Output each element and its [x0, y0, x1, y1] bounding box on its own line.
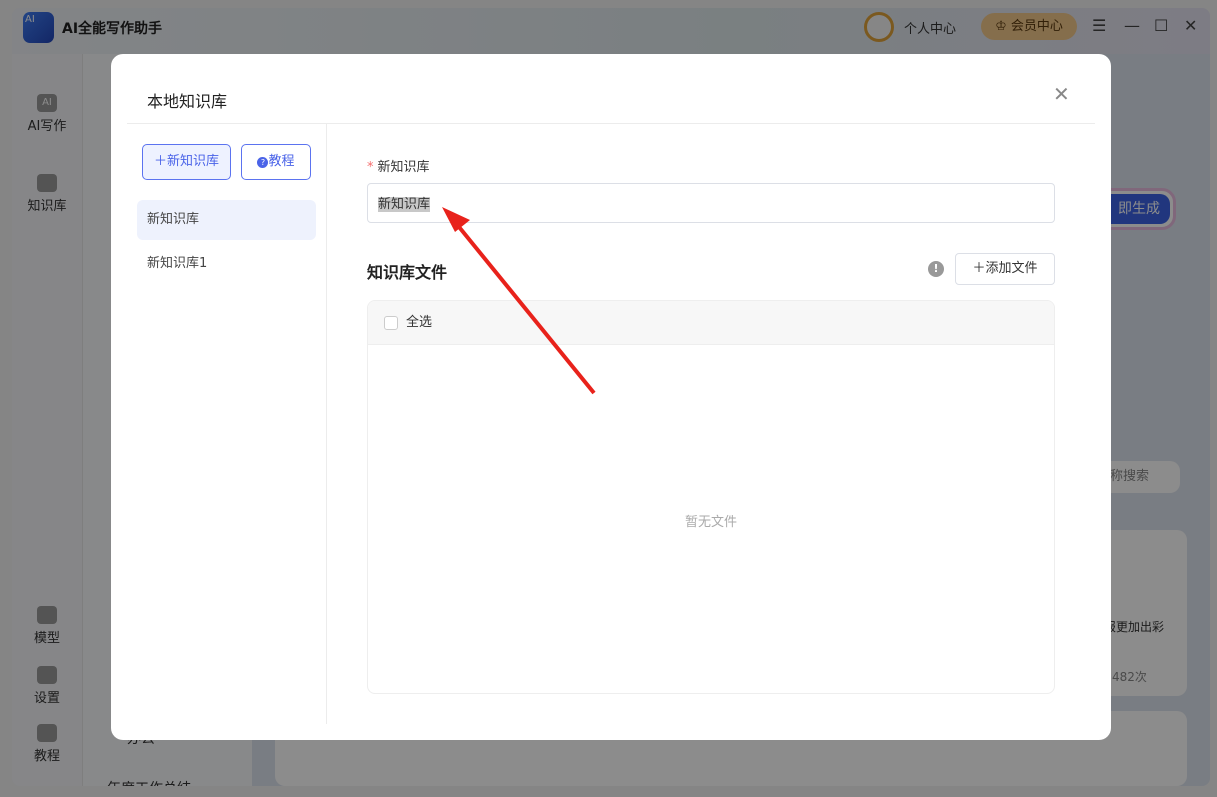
arrow-head [442, 207, 470, 232]
arrow-shaft [453, 220, 596, 395]
annotation-arrow [442, 207, 596, 395]
